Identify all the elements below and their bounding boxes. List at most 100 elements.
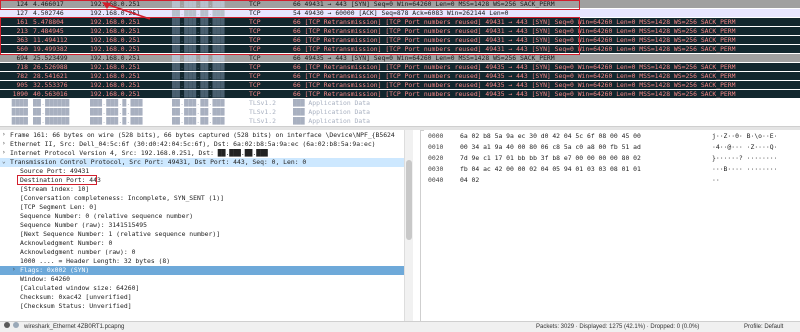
packet-protocol: TCP — [249, 54, 261, 62]
packet-info: 66 [TCP Retransmission] [TCP Port number… — [293, 63, 736, 71]
detail-line[interactable]: Window: 64260 — [0, 275, 410, 284]
packet-info: 66 [TCP Retransmission] [TCP Port number… — [293, 90, 736, 98]
packet-time: 4.502746 — [33, 9, 64, 17]
packet-source: 192.168.0.251 — [90, 72, 141, 80]
detail-line[interactable]: Acknowledgment Number: 0 — [0, 239, 410, 248]
detail-line-text: [Conversation completeness: Incomplete, … — [20, 194, 224, 202]
packet-row[interactable]: 1090 40.563016 192.168.0.251 ██.███.██.███ T… — [0, 90, 800, 98]
packet-info: ███ Application Data — [293, 108, 370, 116]
packet-destination: ██.███.██.███ — [172, 108, 225, 116]
packet-number: 905 — [16, 81, 28, 89]
detail-line-text: [Checksum Status: Unverified] — [20, 302, 132, 310]
packet-source: 192.168.0.251 — [90, 81, 141, 89]
detail-line-text: Flags: 0x002 (SYN) — [20, 266, 90, 274]
packet-time: ██.██████ — [33, 108, 70, 116]
detail-line[interactable]: › Ethernet II, Src: Dell_04:5c:6f (30:d0:… — [0, 140, 410, 149]
packet-list[interactable]: 124 4.466017 192.168.0.251 ██.███.██.███ TCP… — [0, 0, 800, 126]
detail-line[interactable]: › Internet Protocol Version 4, Src: 192.1… — [0, 149, 410, 158]
detail-line[interactable]: [Next Sequence Number: 1 (relative seque… — [0, 230, 410, 239]
packet-destination: ██.███.██.███ — [172, 9, 225, 17]
packet-row[interactable]: ████ ██.██████ ███.███.█.███ ██.███.██.███ T… — [0, 108, 800, 116]
detail-line[interactable]: Sequence Number: 0 (relative sequence nu… — [0, 212, 410, 221]
packet-time: 40.563016 — [33, 90, 68, 98]
expand-down-icon[interactable]: ⌄ — [2, 158, 10, 167]
annotation-box-destination-port — [17, 175, 97, 185]
detail-line-text: [Stream index: 10] — [20, 185, 90, 193]
detail-line[interactable]: [Calculated window size: 64260] — [0, 284, 410, 293]
packet-source: 192.168.0.251 — [90, 54, 141, 62]
detail-line[interactable]: [Stream index: 10] — [0, 185, 410, 194]
capture-status-icon[interactable] — [4, 322, 10, 328]
packet-time: 28.541621 — [33, 72, 68, 80]
detail-line-text: [TCP Segment Len: 0] — [20, 203, 97, 211]
expand-right-icon[interactable]: › — [2, 131, 10, 140]
detail-line-text: Transmission Control Protocol, Src Port:… — [10, 158, 307, 166]
packet-destination: ██.███.██.███ — [172, 81, 225, 89]
byte-ascii: ·· — [712, 176, 720, 184]
expand-right-icon[interactable]: › — [2, 149, 10, 158]
packet-info: ███ Application Data — [293, 99, 370, 107]
packet-time: 26.526988 — [33, 63, 68, 71]
byte-hex: 00 34 a1 9a 40 00 80 06 c8 5a c0 a8 00 f… — [460, 143, 641, 151]
detail-line[interactable]: [Checksum Status: Unverified] — [0, 302, 410, 311]
packet-row[interactable]: ████ ██.██████ ███.███.█.███ ██.███.██.███ T… — [0, 117, 800, 125]
packet-destination: ██.███.██.███ — [172, 117, 225, 125]
packet-time: ██.██████ — [33, 117, 70, 125]
packet-row[interactable]: 718 26.526988 192.168.0.251 ██.███.██.███ TC… — [0, 63, 800, 71]
packet-row[interactable]: 694 25.523499 192.168.0.251 ██.███.██.███ TC… — [0, 54, 800, 62]
detail-line[interactable]: Sequence Number (raw): 3141515495 — [0, 221, 410, 230]
detail-line-text: Acknowledgment number (raw): 0 — [20, 248, 136, 256]
packet-bytes-pane[interactable]: 0000 6a 02 b8 5a 9a ec 30 d0 42 04 5c 6f … — [424, 130, 800, 321]
detail-line-text: Sequence Number (raw): 3141515495 — [20, 221, 147, 229]
detail-line[interactable]: [Conversation completeness: Incomplete, … — [0, 194, 410, 203]
detail-line-text: Acknowledgment Number: 0 — [20, 239, 113, 247]
packet-info: ███ Application Data — [293, 117, 370, 125]
detail-line[interactable]: ⌄ Transmission Control Protocol, Src Port… — [0, 158, 410, 167]
packet-destination: ██.███.██.███ — [172, 90, 225, 98]
packet-number: 127 — [16, 9, 28, 17]
annotation-arrow-icon — [102, 2, 151, 20]
detail-line[interactable]: 1000 .... = Header Length: 32 bytes (8) — [0, 257, 410, 266]
packet-protocol: TLSv1.2 — [249, 117, 276, 125]
byte-offset: 0030 — [428, 165, 444, 173]
packet-protocol: TCP — [249, 63, 261, 71]
packet-number: 694 — [16, 54, 28, 62]
packet-number: ████ — [11, 99, 28, 107]
packet-number: ████ — [11, 108, 28, 116]
packet-info: 66 [TCP Retransmission] [TCP Port number… — [293, 81, 736, 89]
packet-protocol: TLSv1.2 — [249, 99, 276, 107]
annotation-box-retransmissions — [0, 17, 580, 55]
packet-time: 32.553376 — [33, 81, 68, 89]
expand-right-icon[interactable]: › — [2, 140, 10, 149]
detail-line[interactable]: › Frame 161: 66 bytes on wire (528 bits),… — [0, 131, 410, 140]
packet-protocol: TCP — [249, 9, 261, 17]
packet-source: ███.███.█.███ — [90, 99, 143, 107]
packet-source: ███.███.█.███ — [90, 108, 143, 116]
byte-offset: 0010 — [428, 143, 444, 151]
byte-hex: fb 04 ac 42 00 00 02 04 05 94 01 03 03 0… — [460, 165, 641, 173]
expand-right-icon[interactable]: › — [12, 266, 20, 275]
byte-hex: 6a 02 b8 5a 9a ec 30 d0 42 04 5c 6f 08 0… — [460, 132, 641, 140]
detail-line[interactable]: [TCP Segment Len: 0] — [0, 203, 410, 212]
scrollbar-thumb[interactable] — [406, 160, 412, 240]
packet-details-pane[interactable]: › Frame 161: 66 bytes on wire (528 bits),… — [0, 130, 421, 321]
packet-number: 782 — [16, 72, 28, 80]
packet-row[interactable]: 782 28.541621 192.168.0.251 ██.███.██.███ TC… — [0, 72, 800, 80]
packet-time: ██.██████ — [33, 99, 70, 107]
detail-line[interactable]: Acknowledgment number (raw): 0 — [0, 248, 410, 257]
byte-ascii: j··Z··0· B·\o··E· — [712, 132, 778, 140]
packet-row[interactable]: 905 32.553376 192.168.0.251 ██.███.██.███ TC… — [0, 81, 800, 89]
packet-time: 25.523499 — [33, 54, 68, 62]
packet-row[interactable]: ████ ██.██████ ███.███.█.███ ██.███.██.███ T… — [0, 99, 800, 107]
expert-info-icon[interactable] — [13, 322, 19, 328]
detail-line[interactable]: › Flags: 0x002 (SYN) — [0, 266, 410, 275]
packet-info: 66 [TCP Retransmission] [TCP Port number… — [293, 72, 736, 80]
packet-protocol: TLSv1.2 — [249, 108, 276, 116]
packet-number: 1090 — [12, 90, 28, 98]
status-bar: wireshark_Ethernet 4ZB0RT1.pcapng Packet… — [0, 321, 800, 332]
details-scrollbar[interactable] — [404, 130, 413, 321]
detail-line-text: Internet Protocol Version 4, Src: 192.16… — [10, 149, 268, 157]
detail-line-text: Frame 161: 66 bytes on wire (528 bits), … — [10, 131, 395, 139]
byte-ascii: ·4··@··· ·Z····Q· — [712, 143, 778, 151]
detail-line[interactable]: Checksum: 0xac42 [unverified] — [0, 293, 410, 302]
